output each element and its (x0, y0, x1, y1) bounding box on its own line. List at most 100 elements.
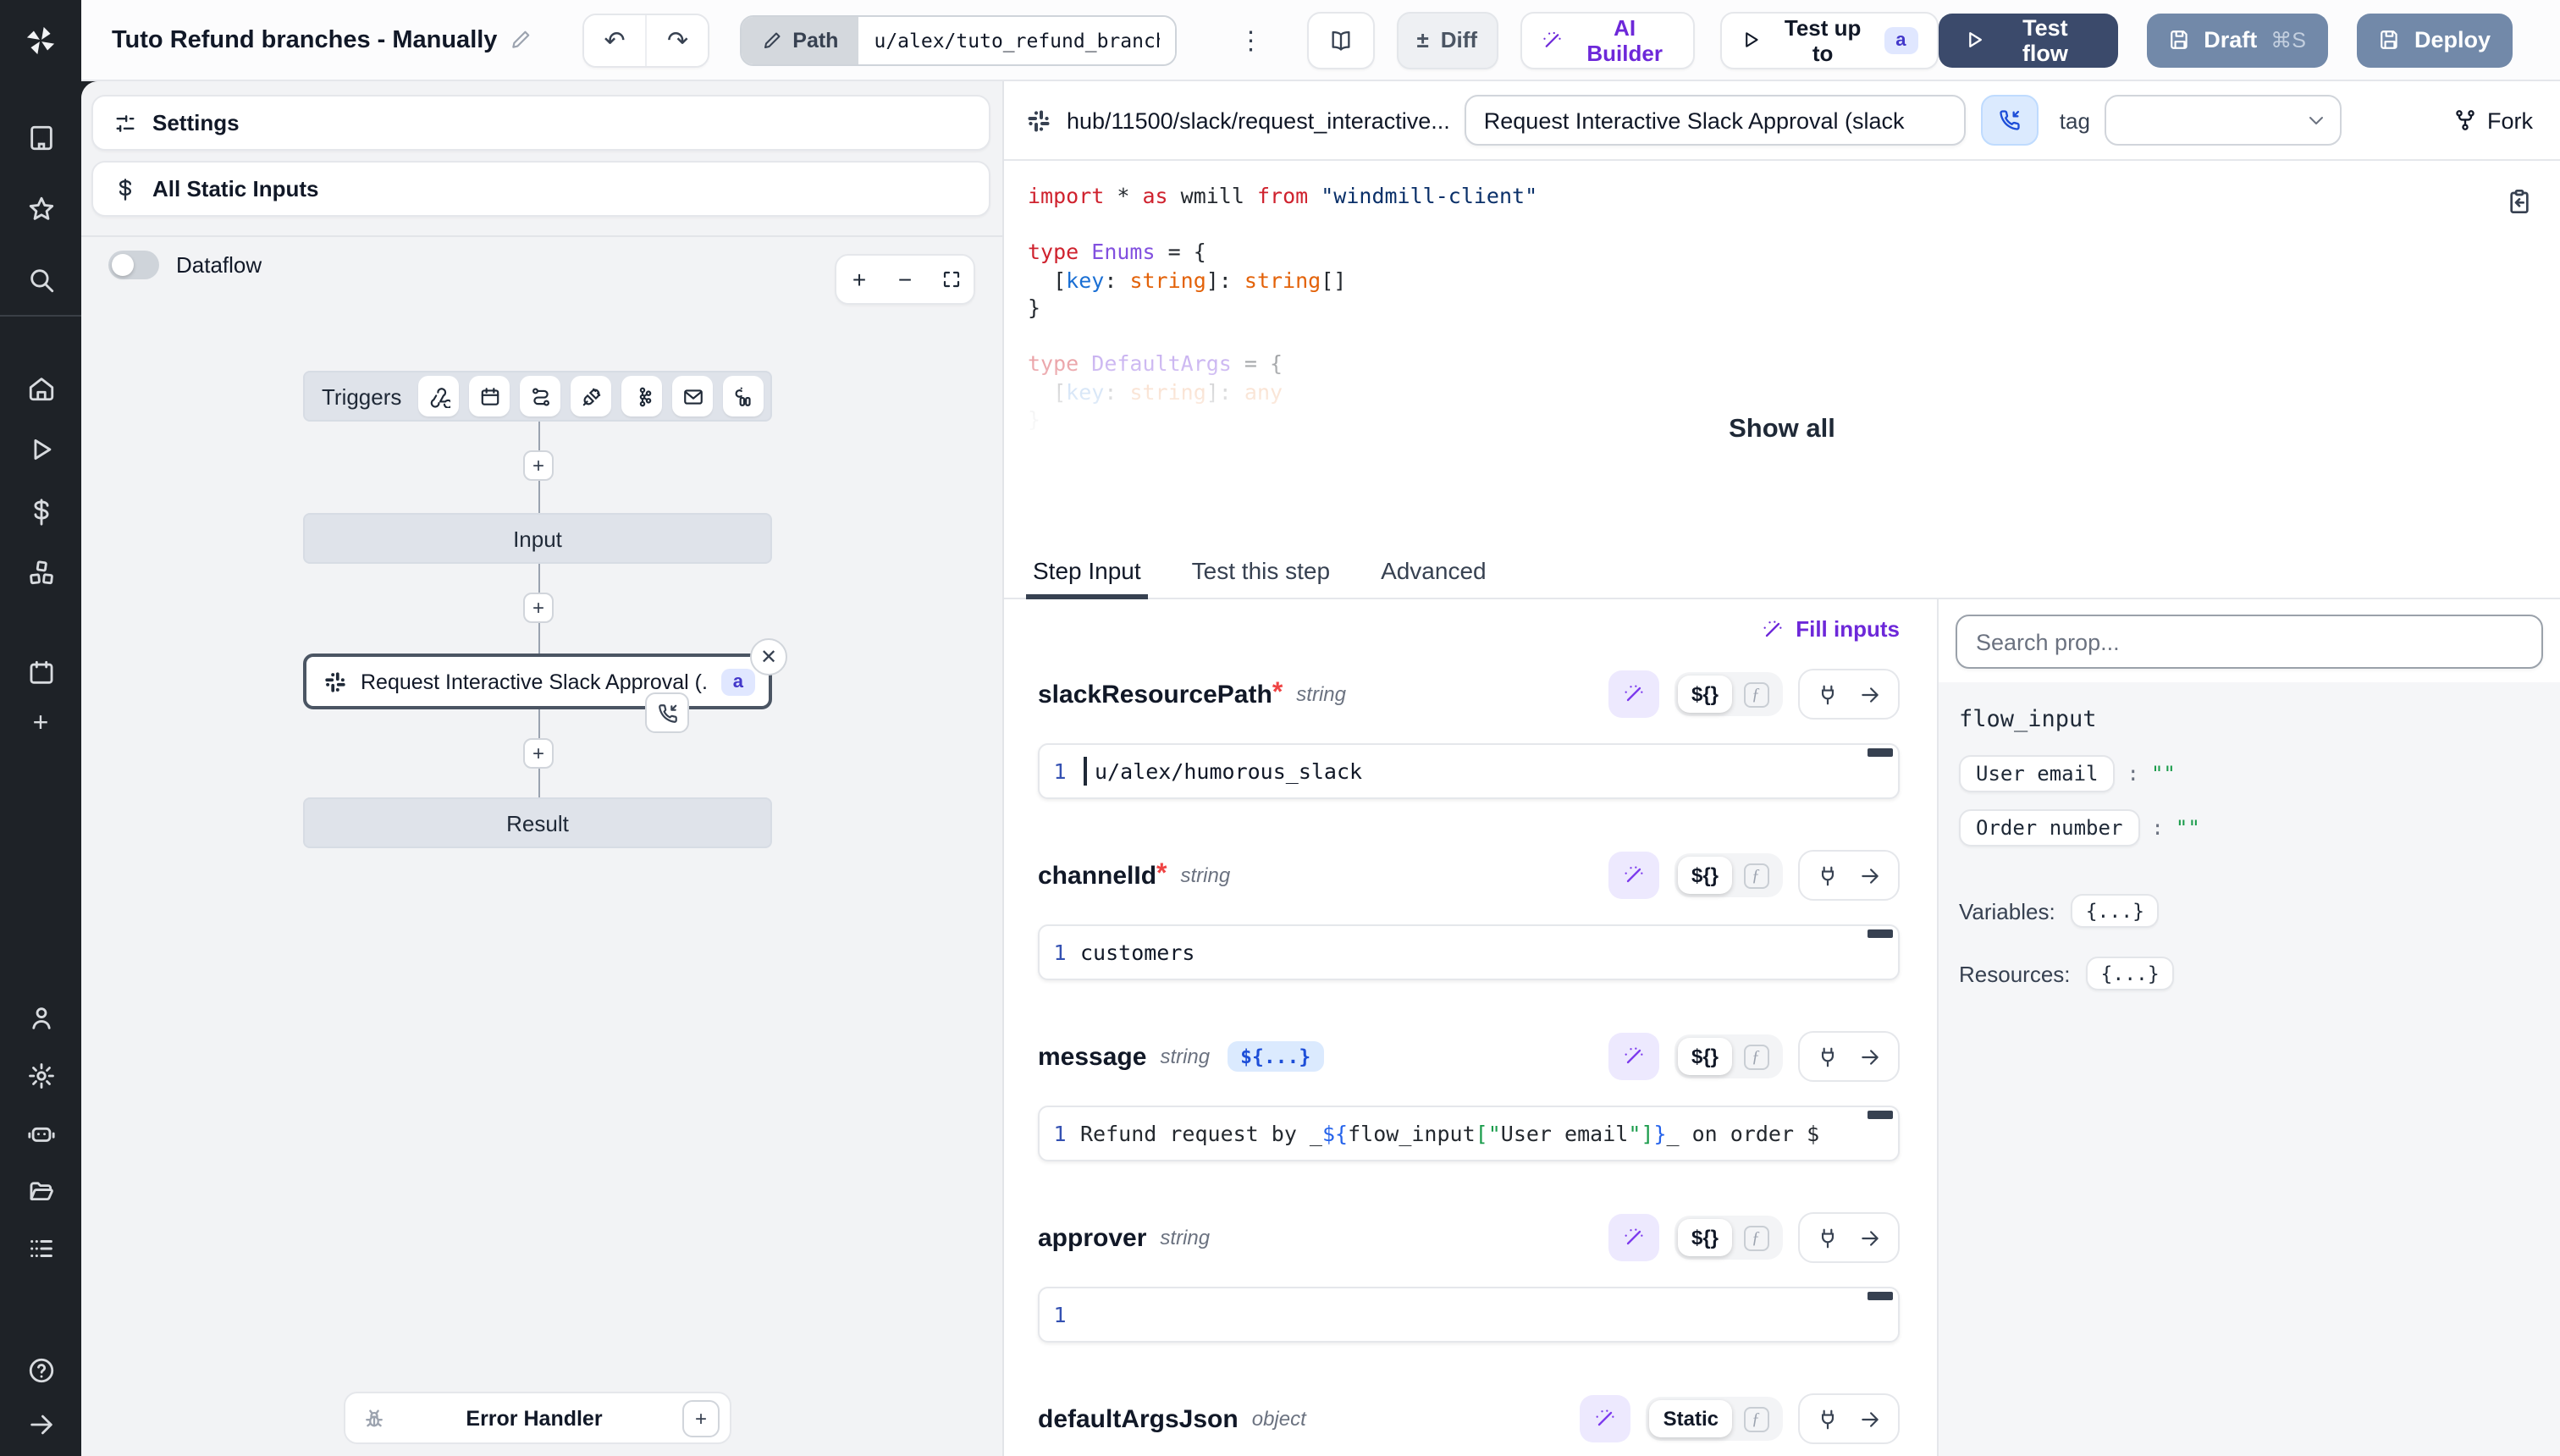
javascript-mode-button[interactable]: ƒ (1732, 1406, 1779, 1431)
insert-step-button[interactable]: + (523, 450, 554, 481)
kafka-trigger-icon[interactable] (621, 376, 662, 416)
collapse-arrow-icon[interactable] (0, 1404, 81, 1444)
error-handler-node[interactable]: Error Handler + (344, 1392, 731, 1444)
test-flow-button[interactable]: Test flow (1939, 13, 2118, 67)
ai-fill-button[interactable] (1581, 1395, 1631, 1442)
workspace-icon[interactable] (0, 117, 81, 157)
resources-boxes-icon[interactable] (0, 552, 81, 593)
step-node-slack-approval[interactable]: Request Interactive Slack Approval (... … (303, 654, 772, 709)
tab-advanced[interactable]: Advanced (1381, 542, 1487, 598)
diff-button[interactable]: ± Diff (1396, 11, 1498, 69)
flow-settings-button[interactable]: Settings (91, 95, 990, 151)
triggers-node[interactable]: Triggers (303, 371, 772, 422)
variables-dollar-icon[interactable] (0, 491, 81, 532)
ai-fill-button[interactable] (1608, 1033, 1659, 1080)
users-icon[interactable] (0, 997, 81, 1038)
webhook-trigger-icon[interactable] (418, 376, 459, 416)
home-icon[interactable] (0, 367, 81, 408)
value-editor[interactable]: 1 customers (1038, 924, 1900, 980)
help-icon[interactable] (0, 1349, 81, 1390)
zoom-out-button[interactable]: − (882, 256, 928, 303)
tag-select[interactable] (2105, 95, 2342, 146)
javascript-mode-button[interactable]: ƒ (1732, 1225, 1779, 1250)
paste-clipboard-icon[interactable] (2506, 188, 2533, 223)
show-all-button[interactable]: Show all (1004, 415, 2560, 445)
template-mode-button[interactable]: ${} (1678, 1038, 1732, 1075)
tab-step-input[interactable]: Step Input (1033, 542, 1141, 598)
ai-builder-button[interactable]: AI Builder (1520, 11, 1695, 69)
connect-io-buttons[interactable] (1798, 669, 1900, 720)
template-mode-button[interactable]: ${} (1678, 1219, 1732, 1256)
path-label[interactable]: Path (742, 16, 858, 63)
favorites-star-icon[interactable] (0, 188, 81, 229)
workers-robot-icon[interactable] (0, 1112, 81, 1153)
value-editor[interactable]: 1 u/alex/humorous_slack (1038, 743, 1900, 799)
ai-fill-button[interactable] (1608, 1214, 1659, 1261)
connect-io-buttons[interactable] (1798, 1031, 1900, 1082)
path-input[interactable] (858, 16, 1175, 63)
delete-step-button[interactable]: ✕ (750, 638, 787, 676)
value-editor[interactable]: 1 Refund request by _${flow_input["User … (1038, 1106, 1900, 1161)
template-literal-badge: ${...} (1227, 1041, 1324, 1072)
email-trigger-icon[interactable] (672, 376, 713, 416)
detail-list-icon[interactable] (0, 1227, 81, 1268)
template-mode-button[interactable]: ${} (1678, 857, 1732, 894)
draft-button[interactable]: Draft ⌘S (2146, 13, 2328, 67)
prop-order-number[interactable]: Order number : "" (1959, 809, 2540, 847)
git-fork-icon (2453, 108, 2477, 132)
search-prop-input[interactable] (1956, 615, 2543, 669)
javascript-mode-button[interactable]: ƒ (1732, 863, 1779, 888)
sidebar-plus-icon[interactable]: + (0, 704, 81, 745)
ai-fill-button[interactable] (1608, 852, 1659, 899)
resources-row[interactable]: Resources: {...} (1959, 957, 2540, 990)
static-mode-button[interactable]: Static (1650, 1400, 1732, 1437)
javascript-mode-button[interactable]: ƒ (1732, 681, 1779, 707)
mqtt-plug-trigger-icon[interactable] (571, 376, 611, 416)
magic-wand-icon (1760, 617, 1784, 641)
search-icon[interactable] (0, 259, 81, 300)
add-error-handler-button[interactable]: + (682, 1399, 720, 1437)
connect-io-buttons[interactable] (1798, 1393, 1900, 1444)
fit-view-button[interactable] (928, 256, 974, 303)
ai-fill-button[interactable] (1608, 670, 1659, 718)
suspend-approval-toggle-button[interactable] (1982, 95, 2039, 146)
suspend-approval-badge[interactable] (645, 692, 689, 733)
prop-user-email[interactable]: User email : "" (1959, 755, 2540, 792)
variables-object-pill[interactable]: {...} (2071, 894, 2160, 928)
docs-book-button[interactable] (1308, 11, 1375, 69)
fork-button[interactable]: Fork (2453, 108, 2533, 133)
code-preview[interactable]: import * as wmill from "windmill-client"… (1004, 161, 2560, 542)
javascript-mode-button[interactable]: ƒ (1732, 1044, 1779, 1069)
fill-inputs-button[interactable]: Fill inputs (1760, 616, 1900, 642)
template-mode-button[interactable]: ${} (1678, 676, 1732, 713)
schedule-trigger-icon[interactable] (469, 376, 510, 416)
variables-row[interactable]: Variables: {...} (1959, 894, 2540, 928)
deploy-button[interactable]: Deploy (2357, 13, 2513, 67)
zoom-in-button[interactable]: + (836, 256, 882, 303)
folders-icon[interactable] (0, 1170, 81, 1211)
input-node[interactable]: Input (303, 513, 772, 564)
postgres-watch-trigger-icon[interactable] (723, 376, 764, 416)
dataflow-toggle[interactable] (108, 251, 159, 279)
redo-button[interactable]: ↷ (646, 14, 708, 65)
resources-object-pill[interactable]: {...} (2086, 957, 2175, 990)
undo-button[interactable]: ↶ (583, 14, 645, 65)
hub-script-path[interactable]: hub/11500/slack/request_interactive... (1067, 108, 1450, 133)
connect-io-buttons[interactable] (1798, 1212, 1900, 1263)
more-options-kebab-icon[interactable]: ⋮ (1239, 25, 1264, 55)
result-node[interactable]: Result (303, 797, 772, 848)
value-editor[interactable]: 1 (1038, 1287, 1900, 1343)
test-up-to-button[interactable]: Test up to a (1720, 11, 1938, 69)
schedules-calendar-icon[interactable] (0, 652, 81, 692)
insert-step-button[interactable]: + (523, 593, 554, 623)
insert-step-button[interactable]: + (523, 738, 554, 769)
step-name-input[interactable] (1465, 95, 1967, 146)
runs-play-icon[interactable] (0, 428, 81, 469)
connect-io-buttons[interactable] (1798, 850, 1900, 901)
route-trigger-icon[interactable] (520, 376, 560, 416)
windmill-logo-icon[interactable] (0, 17, 81, 64)
edit-title-pencil-icon[interactable] (509, 29, 531, 51)
settings-gear-icon[interactable] (0, 1055, 81, 1095)
tab-test-this-step[interactable]: Test this step (1192, 542, 1330, 598)
all-static-inputs-button[interactable]: All Static Inputs (91, 161, 990, 217)
